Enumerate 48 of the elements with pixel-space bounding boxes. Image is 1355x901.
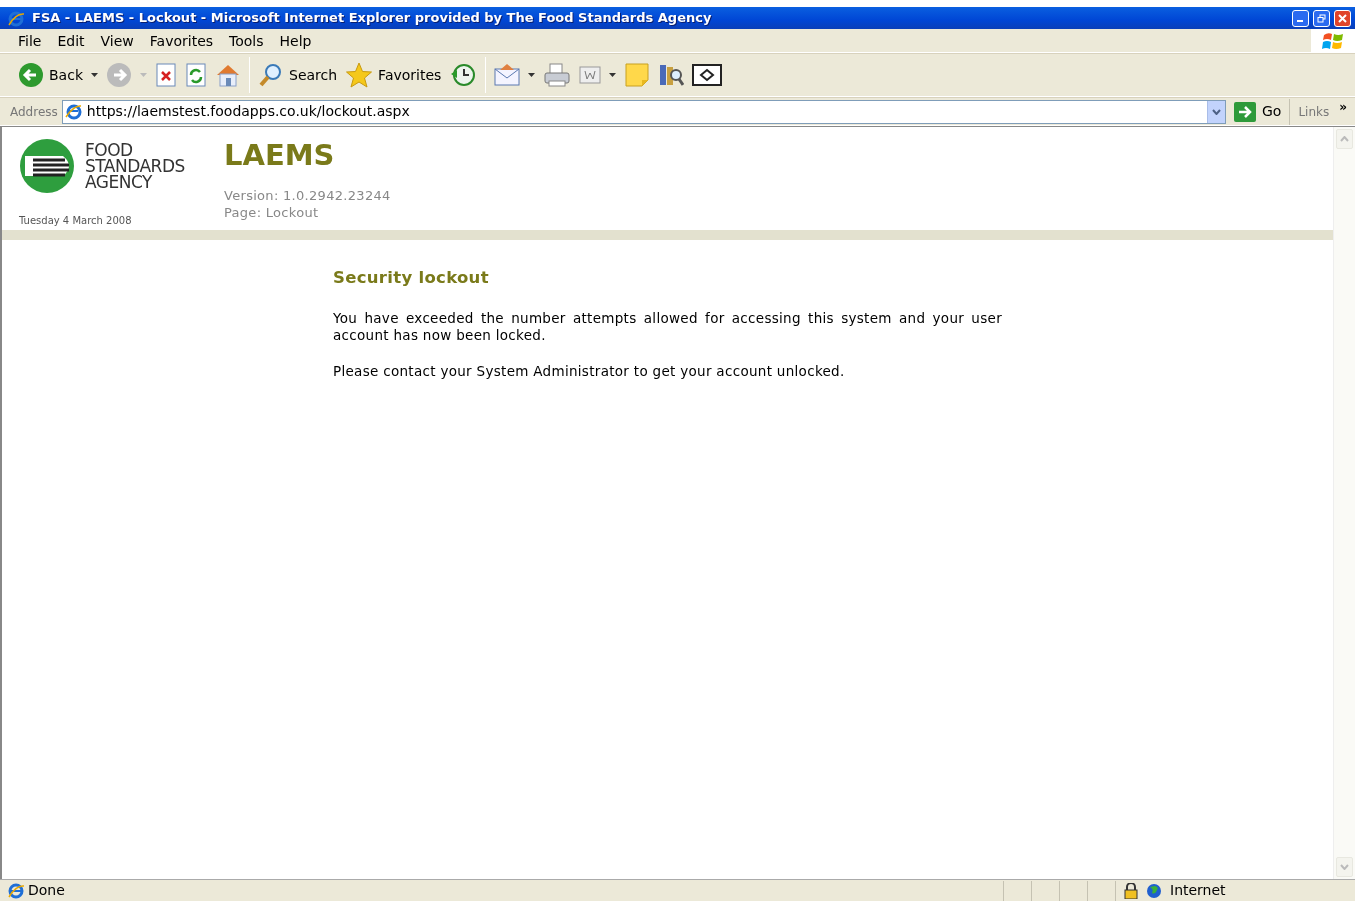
star-icon[interactable] <box>345 62 374 88</box>
menu-item[interactable]: View <box>92 28 142 53</box>
page-icon <box>64 102 83 121</box>
status-text: Done <box>28 881 66 900</box>
agency-logo: FOOD STANDARDS AGENCY <box>19 139 224 193</box>
globe-icon <box>1146 882 1162 899</box>
window-title: FSA - LAEMS - Lockout - Microsoft Internet Explorer provided by The Food Standards Agency <box>32 9 713 28</box>
refresh-icon[interactable] <box>185 63 207 87</box>
browser-icon <box>8 10 24 27</box>
address-label: Address <box>10 103 58 121</box>
favorites-button[interactable]: Favorites <box>341 57 446 93</box>
dropdown-icon[interactable] <box>1212 108 1221 115</box>
mail-icon[interactable] <box>494 63 521 87</box>
document-edit-icon[interactable] <box>579 65 602 85</box>
logo-emblem-icon <box>19 139 77 193</box>
minimize-button[interactable] <box>1292 9 1309 27</box>
close-icon[interactable] <box>1338 13 1347 23</box>
address-field[interactable]: https://laemstest.foodapps.co.uk/lockout.aspx <box>61 99 1226 124</box>
menu-item[interactable]: File <box>10 28 50 53</box>
menu-item[interactable]: Favorites <box>141 28 222 53</box>
menu-item[interactable]: Help <box>271 28 320 53</box>
page-heading: Security lockout <box>333 268 490 288</box>
app-title: LAEMS <box>224 139 336 171</box>
url-input[interactable]: https://laemstest.foodapps.co.uk/lockout.aspx <box>86 101 1203 122</box>
menu-item[interactable]: Tools <box>221 28 272 53</box>
restore-icon[interactable] <box>1317 13 1326 23</box>
message-paragraph: Please contact your System Administrator to get your account unlocked. <box>333 362 846 380</box>
security-zone-text: Internet <box>1170 881 1226 900</box>
stop-icon[interactable] <box>155 63 177 87</box>
search-button[interactable]: Search <box>254 57 342 93</box>
back-button[interactable]: Back <box>14 57 87 93</box>
page-icon <box>8 882 24 899</box>
dropdown-caret-icon[interactable] <box>528 73 536 77</box>
dropdown-caret-icon[interactable] <box>91 73 98 77</box>
lock-icon <box>1124 882 1138 899</box>
links-button[interactable]: Links <box>1289 98 1336 125</box>
close-button[interactable] <box>1334 9 1351 27</box>
go-button[interactable]: Go <box>1226 101 1290 122</box>
page-name-text: Page: Lockout <box>224 204 320 221</box>
version-text: Version: 1.0.2942.23244 <box>224 187 391 204</box>
windows-logo-icon <box>1322 30 1344 51</box>
message-paragraph: You have exceeded the number attempts allowed for accessing this system and your user account has now been locked. <box>333 309 1002 344</box>
restore-button[interactable] <box>1313 9 1330 27</box>
date-text: Tuesday 4 March 2008 <box>19 214 133 228</box>
dropdown-caret-icon[interactable] <box>609 73 617 77</box>
menu-item[interactable]: Edit <box>49 28 93 53</box>
more-links-button[interactable]: » <box>1335 97 1351 116</box>
search-icon[interactable] <box>258 62 284 88</box>
